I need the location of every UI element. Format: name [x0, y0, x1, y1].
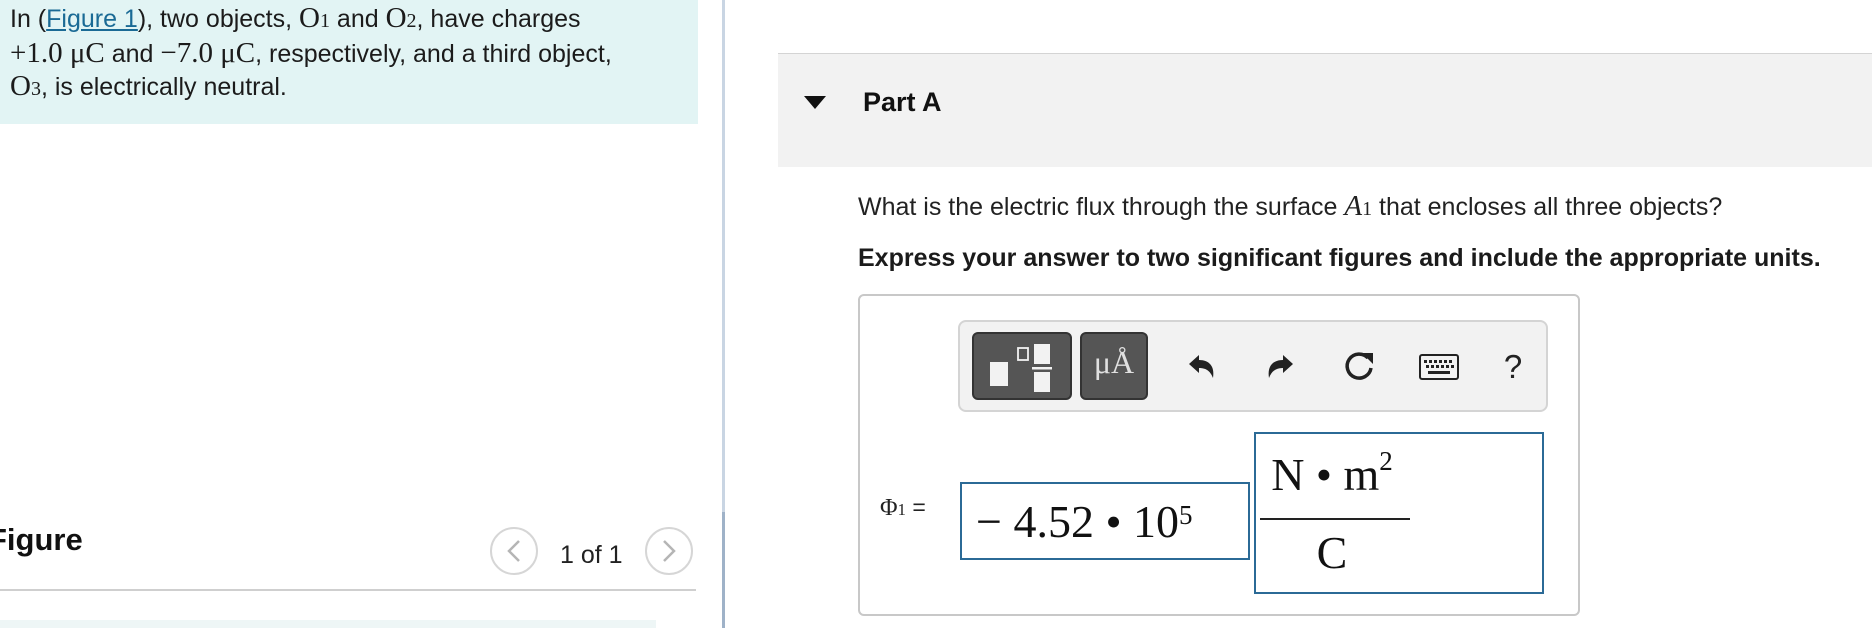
keyboard-button[interactable]	[1412, 340, 1466, 394]
math-toolbar: μÅ ?	[958, 320, 1548, 412]
units-denominator[interactable]: C	[1256, 526, 1408, 579]
charge-1: +1.0 μC	[10, 37, 105, 69]
undo-button[interactable]	[1175, 340, 1229, 394]
object-o3: O3	[10, 70, 41, 102]
problem-pane: In (Figure 1), two objects, O1 and O2, h…	[0, 0, 722, 628]
charge-2: −7.0 μC	[160, 37, 256, 69]
previous-figure-button[interactable]	[490, 527, 538, 575]
problem-intro: In (Figure 1), two objects, O1 and O2, h…	[0, 0, 698, 124]
units-icon: μÅ	[1093, 344, 1135, 380]
intro-text: , is electrically neutral.	[40, 73, 287, 101]
surface-a1: A1	[1344, 190, 1373, 222]
keyboard-icon	[1419, 354, 1459, 380]
intro-text: , respectively, and a third object,	[255, 40, 612, 68]
reset-icon	[1345, 352, 1373, 380]
chevron-right-icon	[663, 540, 676, 562]
answer-label: Φ1 =	[880, 494, 926, 521]
redo-icon	[1268, 355, 1293, 378]
pane-divider-handle[interactable]	[722, 512, 725, 628]
chevron-left-icon	[507, 540, 520, 562]
intro-text: , have charges	[416, 5, 581, 33]
help-icon: ?	[1503, 348, 1523, 385]
undo-icon	[1189, 355, 1214, 378]
intro-text: ), two objects,	[137, 5, 300, 33]
object-o1: O1	[299, 2, 330, 34]
part-a-header[interactable]: Part A	[778, 53, 1872, 167]
answer-instructions: Express your answer to two significant f…	[858, 244, 1821, 272]
intro-text: and	[329, 5, 386, 33]
templates-icon	[988, 340, 1058, 396]
redo-button[interactable]	[1253, 340, 1307, 394]
templates-button[interactable]	[972, 332, 1072, 400]
question-text: What is the electric flux through the su…	[858, 190, 1723, 222]
object-o2: O2	[385, 2, 417, 34]
next-figure-button[interactable]	[645, 527, 693, 575]
fraction-bar	[1260, 518, 1410, 520]
units-button[interactable]: μÅ	[1080, 332, 1148, 400]
intro-text: and	[104, 40, 161, 68]
reset-button[interactable]	[1332, 340, 1386, 394]
intro-text: In (	[10, 5, 47, 33]
value-input[interactable]: − 4.52 • 10 5	[960, 482, 1250, 560]
units-input[interactable]: N • m2 C	[1254, 432, 1544, 594]
help-button[interactable]: ?	[1486, 340, 1540, 394]
value-mantissa: − 4.52 • 10	[976, 495, 1180, 547]
pager-text: 1 of 1	[560, 541, 623, 569]
answer-box: μÅ ? Φ1 = − 4.52 • 10 5 N • m2 C	[858, 294, 1580, 616]
part-title: Part A	[863, 87, 942, 117]
figure-link[interactable]: Figure 1	[46, 5, 138, 33]
figure-title: Figure	[0, 522, 83, 557]
figure-divider	[0, 589, 696, 591]
caret-down-icon[interactable]	[804, 96, 826, 109]
value-exponent: 5	[1179, 499, 1193, 530]
units-numerator[interactable]: N • m2	[1256, 446, 1408, 501]
figure-area	[0, 620, 656, 628]
